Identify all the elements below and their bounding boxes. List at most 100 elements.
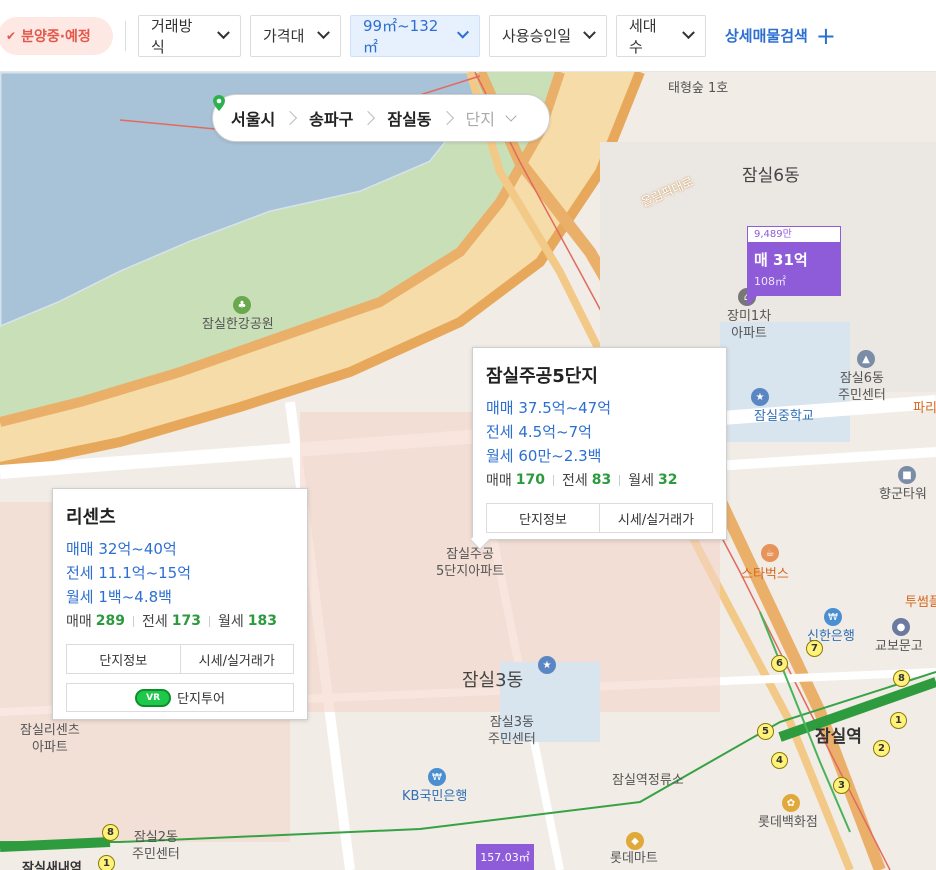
- count-sale: 170: [515, 472, 545, 488]
- marker-tip: [747, 296, 757, 306]
- chevron-down-icon: [583, 26, 596, 40]
- count-monthly: 183: [247, 613, 277, 629]
- popup-jeonse-range: 전세 4.5억~7억: [486, 423, 592, 441]
- marker-unit-price: 9,489만: [747, 226, 841, 243]
- trade-type-filter[interactable]: 거래방식: [138, 14, 241, 57]
- complex-info-button[interactable]: 단지정보: [487, 504, 599, 532]
- count-label: 월세: [628, 473, 655, 489]
- chevron-down-icon: [317, 26, 330, 40]
- exit-number-badge: 1: [98, 855, 115, 870]
- popup-listing-counts: 매매 170 전세 83 월세 32: [486, 470, 713, 490]
- price-range-filter[interactable]: 가격대: [250, 14, 341, 57]
- location-pin-icon: [213, 95, 225, 111]
- count-label: 전세: [142, 614, 168, 630]
- map-label-jamsil5-apt: 잠실주공 5단지아파트: [436, 547, 505, 579]
- count-monthly: 32: [658, 472, 678, 488]
- map-label-jamsil2-center: 잠실2동 주민센터: [132, 830, 180, 862]
- complex-tour-button[interactable]: VR 단지투어: [66, 683, 294, 712]
- marker-price: 매 31억: [754, 251, 808, 269]
- chevron-down-icon: [456, 26, 469, 39]
- presale-filter-chip[interactable]: ✔ 분양중·예정: [0, 16, 113, 55]
- exit-number-badge: 3: [833, 777, 850, 794]
- count-sale: 289: [95, 613, 125, 629]
- exit-number-badge: 7: [806, 640, 823, 657]
- chevron-down-icon: [505, 110, 517, 122]
- map-label-jamsil-middle: 잠실중학교: [754, 409, 814, 424]
- map-label-lotte-dept: 롯데백화점: [758, 815, 818, 830]
- marker-area: 108㎡: [754, 275, 786, 288]
- map-label-jamsil-station: 잠실역: [815, 727, 862, 747]
- exit-number-badge: 4: [771, 752, 788, 769]
- park-icon: ♣: [233, 296, 251, 314]
- bookstore-icon: ●: [892, 618, 910, 636]
- popup-jeonse-range: 전세 11.1억~15억: [66, 564, 192, 582]
- map-label-lotte-mart: 롯데마트: [610, 851, 658, 866]
- divider: [125, 20, 126, 51]
- filter-label: 가격대: [263, 27, 305, 45]
- map-canvas[interactable]: 태형숲 1호 잠실6동 올림픽대로 ♣ 잠실한강공원 ⌂ 장미1차 아파트 ▲ …: [0, 72, 936, 870]
- households-filter[interactable]: 세대수: [616, 14, 706, 57]
- detail-search-link[interactable]: 상세매물검색 +: [725, 24, 836, 48]
- building-icon: ■: [898, 466, 916, 484]
- popup-sale-range: 매매 37.5억~47억: [486, 399, 612, 417]
- shopping-icon: ✿: [782, 794, 800, 812]
- popup-title: 리센츠: [66, 507, 116, 528]
- filter-label: 99㎡~132㎡: [363, 16, 439, 56]
- filter-label: 사용승인일: [502, 27, 572, 45]
- breadcrumb-separator: [361, 110, 376, 126]
- school-icon: ★: [538, 656, 556, 674]
- map-label-jamsil3-center: 잠실3동 주민센터: [488, 715, 536, 747]
- breadcrumb-complex[interactable]: 단지: [465, 106, 517, 130]
- region-breadcrumb: 서울시 송파구 잠실동 단지: [212, 94, 550, 142]
- cafe-icon: ☕: [761, 544, 779, 562]
- filter-label: 거래방식: [151, 16, 193, 56]
- price-history-button[interactable]: 시세/실거래가: [179, 645, 294, 673]
- map-label-kyobo: 교보문고: [875, 639, 923, 654]
- breadcrumb-district[interactable]: 송파구: [309, 106, 353, 130]
- map-label-jamsil3: 잠실3동: [462, 670, 524, 691]
- map-label-hangang-park: 잠실한강공원: [202, 317, 274, 332]
- count-jeonse: 173: [171, 613, 201, 629]
- map-label-paris: 파리: [913, 401, 936, 416]
- price-history-button[interactable]: 시세/실거래가: [599, 504, 712, 532]
- filter-label: 세대수: [629, 16, 657, 56]
- map-label-starbucks: 스타벅스: [741, 567, 789, 582]
- filter-bar: ✔ 분양중·예정 거래방식 가격대 99㎡~132㎡ 사용승인일 세대수 상세매…: [0, 0, 936, 72]
- breadcrumb-dong[interactable]: 잠실동: [387, 106, 431, 130]
- bank-icon: ₩: [824, 608, 842, 626]
- area-filter[interactable]: 99㎡~132㎡: [350, 14, 480, 57]
- map-label-kb: KB국민은행: [402, 789, 468, 804]
- complex-popup-jamsil5: 잠실주공5단지 매매 37.5억~47억 전세 4.5억~7억 월세 60만~2…: [470, 347, 727, 550]
- map-label-jamsilsaenae: 잠실새내역: [22, 861, 82, 870]
- map-label-jangmi: 장미1차 아파트: [727, 309, 772, 341]
- complex-popup-lcents: 리센츠 매매 32억~40억 전세 11.1억~15억 월세 1백~4.8백 매…: [52, 488, 308, 720]
- count-jeonse: 83: [591, 472, 612, 488]
- count-label: 월세: [218, 614, 244, 630]
- map-background: [0, 72, 936, 870]
- presale-chip-label: 분양중·예정: [21, 28, 91, 45]
- vr-tour-icon: VR: [135, 688, 172, 707]
- map-label-hyanggun: 향군타워: [879, 487, 927, 502]
- popup-title: 잠실주공5단지: [486, 366, 598, 387]
- count-label: 매매: [66, 614, 92, 630]
- map-label-jamsil6-center: 잠실6동 주민센터: [838, 371, 886, 403]
- exit-number-badge: 8: [102, 824, 119, 841]
- chevron-down-icon: [217, 26, 230, 39]
- map-label-taehyung: 태형숲 1호: [668, 81, 729, 96]
- chevron-down-icon: ✔: [6, 28, 17, 43]
- breadcrumb-city[interactable]: 서울시: [213, 95, 276, 130]
- breadcrumb-separator: [439, 110, 454, 126]
- complex-info-button[interactable]: 단지정보: [67, 645, 180, 673]
- plus-icon: +: [815, 21, 836, 50]
- map-label-lcents-apt: 잠실리센츠 아파트: [20, 723, 80, 755]
- breadcrumb-complex-label: 단지: [465, 110, 495, 129]
- mart-icon: ◆: [626, 832, 644, 850]
- area-tag[interactable]: 157.03㎡: [476, 844, 534, 870]
- school-icon: ★: [751, 388, 769, 406]
- price-marker[interactable]: 9,489만 매 31억 108㎡: [747, 226, 841, 306]
- approval-date-filter[interactable]: 사용승인일: [489, 14, 607, 57]
- breadcrumb-city-label: 서울시: [231, 110, 276, 129]
- exit-number-badge: 5: [757, 723, 774, 740]
- bank-icon: ₩: [428, 768, 446, 786]
- map-label-jamsil-ryu: 잠실역정류소: [612, 773, 684, 788]
